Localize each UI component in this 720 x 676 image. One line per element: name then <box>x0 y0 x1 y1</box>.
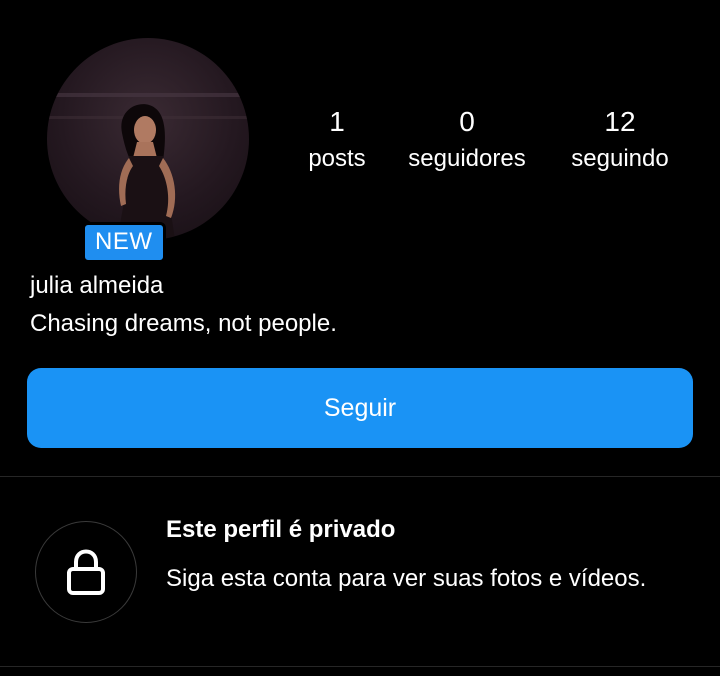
following-label: seguindo <box>571 145 669 172</box>
lock-icon-circle <box>35 521 137 623</box>
divider <box>0 666 720 667</box>
posts-count: 1 <box>329 106 345 137</box>
lock-icon <box>67 549 105 595</box>
private-title: Este perfil é privado <box>166 516 396 543</box>
followers-label: seguidores <box>408 145 526 172</box>
profile-name: julia almeida <box>30 272 164 299</box>
new-badge: NEW <box>82 222 166 263</box>
posts-label: posts <box>308 145 366 172</box>
profile-bio: Chasing dreams, not people. <box>30 310 337 337</box>
following-count: 12 <box>604 106 636 137</box>
follow-button[interactable]: Seguir <box>27 368 693 448</box>
private-description: Siga esta conta para ver suas fotos e ví… <box>166 565 647 592</box>
avatar-photo <box>47 38 249 240</box>
profile-avatar[interactable] <box>47 38 249 240</box>
stat-following[interactable]: 12 seguindo <box>558 104 682 178</box>
stat-posts[interactable]: 1 posts <box>296 104 378 178</box>
stat-followers[interactable]: 0 seguidores <box>396 104 538 178</box>
divider <box>0 476 720 477</box>
followers-count: 0 <box>459 106 475 137</box>
